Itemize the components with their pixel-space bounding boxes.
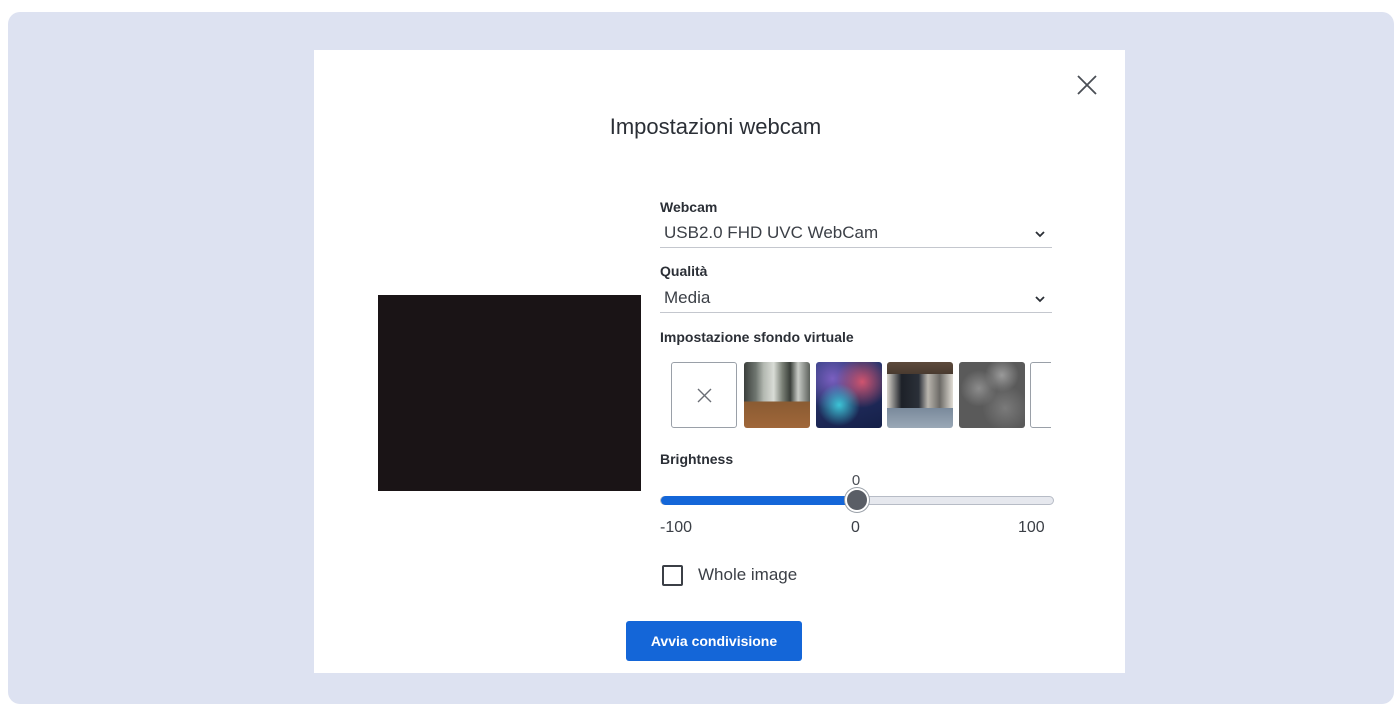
quality-selected-value: Media bbox=[664, 288, 711, 307]
brightness-mid-label: 0 bbox=[851, 519, 860, 536]
chevron-down-icon bbox=[1035, 296, 1045, 303]
virtual-background-label: Impostazione sfondo virtuale bbox=[660, 329, 854, 345]
background-option-office-1[interactable] bbox=[744, 362, 810, 428]
webcam-settings-dialog: Impostazioni webcam Webcam USB2.0 FHD UV… bbox=[314, 50, 1125, 673]
close-button[interactable] bbox=[1074, 72, 1100, 98]
brightness-max-label: 100 bbox=[1018, 519, 1045, 536]
background-option-more[interactable] bbox=[1030, 362, 1051, 428]
webcam-label: Webcam bbox=[660, 199, 718, 215]
virtual-background-list bbox=[671, 362, 1051, 428]
close-icon bbox=[697, 388, 712, 403]
webcam-select[interactable]: USB2.0 FHD UVC WebCam bbox=[660, 220, 1052, 248]
dialog-title: Impostazioni webcam bbox=[609, 114, 822, 139]
start-sharing-button[interactable]: Avvia condivisione bbox=[626, 621, 802, 661]
background-option-office-2[interactable] bbox=[887, 362, 953, 428]
background-option-stone[interactable] bbox=[959, 362, 1025, 428]
brightness-slider[interactable] bbox=[660, 488, 1054, 512]
brightness-min-label: -100 bbox=[660, 519, 693, 536]
quality-select[interactable]: Media bbox=[660, 285, 1052, 313]
chevron-down-icon bbox=[1035, 231, 1045, 238]
webcam-preview bbox=[378, 295, 641, 491]
whole-image-checkbox[interactable] bbox=[662, 565, 683, 586]
webcam-selected-value: USB2.0 FHD UVC WebCam bbox=[664, 223, 879, 242]
brightness-label: Brightness bbox=[660, 451, 734, 467]
close-icon bbox=[1077, 75, 1097, 95]
background-option-nebula[interactable] bbox=[816, 362, 882, 428]
quality-label: Qualità bbox=[660, 263, 708, 279]
whole-image-label[interactable]: Whole image bbox=[698, 565, 797, 585]
brightness-slider-thumb[interactable] bbox=[845, 488, 869, 512]
brightness-current-value: 0 bbox=[851, 472, 861, 489]
brightness-slider-fill bbox=[661, 496, 857, 505]
background-option-none[interactable] bbox=[671, 362, 737, 428]
